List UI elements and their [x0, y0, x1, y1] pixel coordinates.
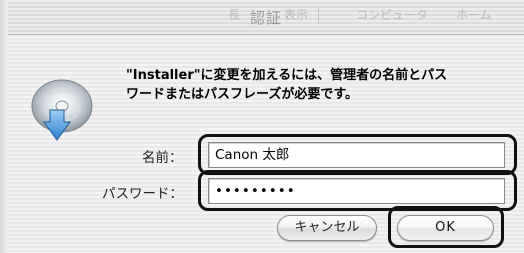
- cancel-button[interactable]: キャンセル: [277, 215, 377, 241]
- message-line-1: "Installer"に変更を加えるには、管理者の名前とパス: [126, 68, 448, 83]
- name-field[interactable]: Canon 太郎: [208, 142, 505, 168]
- background-window-title-home: ホーム: [456, 8, 492, 22]
- authentication-message: "Installer"に変更を加えるには、管理者の名前とパス ワードまたはパスフ…: [126, 66, 506, 104]
- title-divider: [318, 8, 319, 24]
- background-window-title-view: 表示: [284, 8, 309, 22]
- password-field[interactable]: •••••••••: [208, 178, 505, 204]
- title-bar: 長 認証 表示 コンピュータ ホーム: [0, 0, 524, 35]
- password-label: パスワード：: [102, 186, 183, 202]
- name-label: 名前：: [142, 150, 183, 166]
- window-frame-edge: [0, 0, 8, 253]
- ok-button[interactable]: OK: [397, 215, 494, 241]
- authentication-dialog: 長 認証 表示 コンピュータ ホーム "Installer"に変更を加えるには、…: [0, 0, 524, 253]
- background-window-title-computer: コンピュータ: [356, 8, 429, 22]
- message-line-2: ワードまたはパスフレーズが必要です。: [126, 87, 359, 102]
- installer-disc-arrow-icon: [24, 72, 112, 156]
